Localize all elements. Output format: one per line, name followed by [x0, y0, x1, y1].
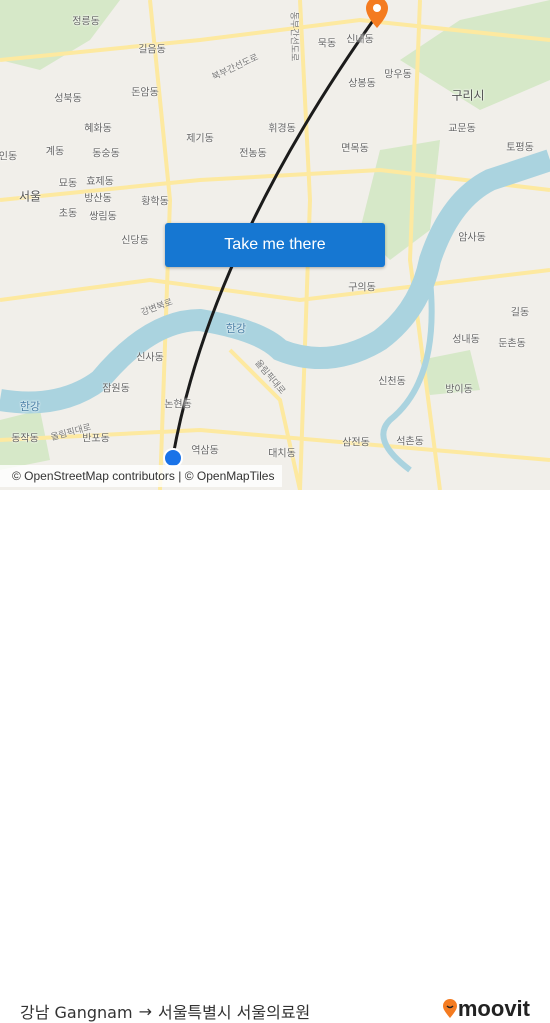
map-label: 혜화동 — [84, 123, 112, 135]
moovit-pin-icon — [442, 999, 457, 1018]
map-label: 역삼동 — [191, 445, 219, 457]
map-label: 신천동 — [378, 376, 406, 388]
map-label: 토평동 — [506, 142, 534, 154]
map-label: 망우동 — [384, 69, 412, 81]
map-label: 길동 — [510, 307, 530, 319]
map-label: 계동 — [45, 146, 65, 158]
map-label: 방이동 — [445, 384, 473, 396]
map-label: 석촌동 — [396, 436, 424, 448]
map-label: 초동 — [58, 208, 78, 220]
map-label: 신사동 — [136, 352, 164, 364]
river-label: 한강 — [19, 400, 41, 413]
map-label: 면목동 — [341, 143, 369, 155]
route-summary: 강남 Gangnam → 서울특별시 서울의료원 — [20, 999, 310, 1023]
map-label: 돈암동 — [131, 87, 159, 99]
map-label: 교문동 — [448, 123, 476, 135]
river-label: 한강 — [225, 322, 247, 335]
map-label: 신당동 — [121, 235, 149, 247]
map-label: 성내동 — [452, 334, 480, 346]
map-label: 서울 — [18, 189, 42, 204]
map-label: 삼전동 — [342, 437, 370, 449]
origin-name: 강남 Gangnam — [20, 1003, 133, 1022]
map-label: 암사동 — [458, 232, 486, 244]
map-label: 동작동 — [11, 433, 39, 445]
map-label: 방산동 — [84, 193, 112, 205]
map-label: 상봉동 — [348, 78, 376, 90]
map-label: 구의동 — [348, 282, 376, 294]
map-label: 정릉동 — [72, 16, 100, 28]
map-label: 대치동 — [268, 448, 296, 460]
map-label: 묘동 — [58, 178, 78, 190]
map-attribution[interactable]: © OpenStreetMap contributors | © OpenMap… — [0, 465, 283, 487]
map-label: 동숭동 — [92, 148, 120, 160]
map-label: 쌍림동 — [89, 211, 117, 223]
map-label: 황학동 — [141, 196, 169, 208]
map-label: 휘경동 — [268, 123, 296, 135]
map-label: 길음동 — [138, 44, 166, 56]
map-label: 논현동 — [164, 399, 192, 411]
map-label: 효제동 — [86, 176, 114, 188]
map-label: 인동 — [0, 151, 18, 163]
road-label: 동부간선도로 — [288, 11, 299, 62]
map-label: 성북동 — [54, 93, 82, 105]
map-label: 둔촌동 — [498, 338, 526, 350]
map-label: 잠원동 — [102, 383, 130, 395]
map[interactable]: 정릉동 길음동 성북동 돈암동 혜화동 제기동 휘경동 상봉동 망우동 신내동 … — [0, 0, 550, 490]
map-label: 제기동 — [186, 133, 214, 145]
arrow-right-icon: → — [138, 1001, 152, 1021]
map-label: 묵동 — [317, 38, 337, 50]
take-me-there-button[interactable]: Take me there — [165, 223, 385, 267]
moovit-logo: moovit — [442, 996, 530, 1022]
footer: 강남 Gangnam → 서울특별시 서울의료원 moovit — [0, 490, 550, 1022]
map-label: 구리시 — [451, 88, 485, 103]
map-label: 신내동 — [346, 34, 374, 46]
map-label: 전농동 — [239, 148, 267, 160]
destination-name: 서울특별시 서울의료원 — [157, 1003, 311, 1022]
